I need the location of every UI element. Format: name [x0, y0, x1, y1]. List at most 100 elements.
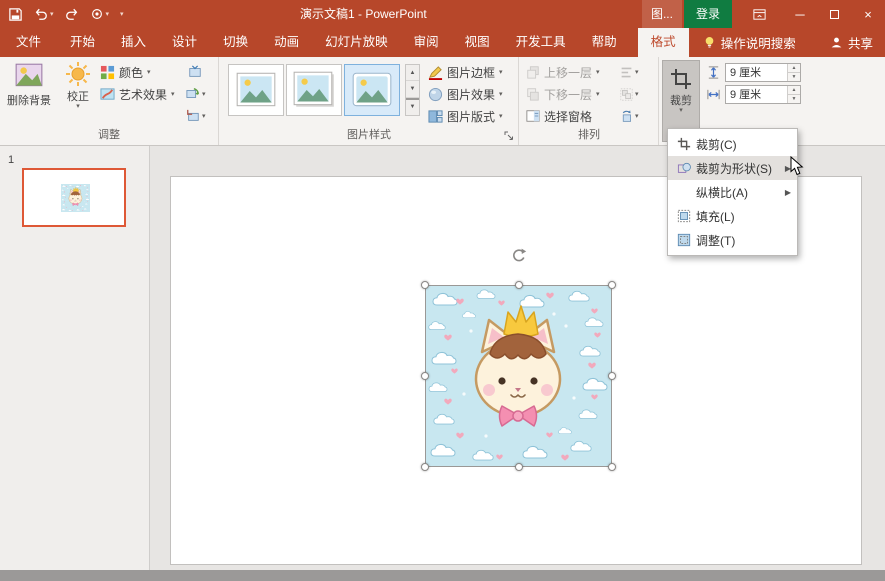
reset-picture-button[interactable]: ▾: [186, 107, 206, 125]
share-button[interactable]: 共享: [830, 28, 873, 57]
redo-icon[interactable]: [65, 7, 79, 21]
resize-handle-w[interactable]: [421, 372, 429, 380]
resize-handle-n[interactable]: [515, 281, 523, 289]
resize-handle-e[interactable]: [608, 372, 616, 380]
ribbon-display-options-icon[interactable]: [752, 7, 767, 22]
picture-styles-dialog-launcher[interactable]: [502, 129, 515, 142]
rotation-handle[interactable]: [511, 248, 527, 264]
menu-item-fill[interactable]: 填充(L): [668, 204, 797, 228]
tab-view[interactable]: 视图: [452, 28, 503, 57]
minimize-button[interactable]: ─: [783, 0, 817, 28]
resize-handle-sw[interactable]: [421, 463, 429, 471]
save-icon[interactable]: [8, 7, 23, 22]
tab-review[interactable]: 审阅: [401, 28, 452, 57]
shape-width-value[interactable]: 9 厘米: [726, 86, 787, 103]
titlebar: ▾ ▾ ▾ 演示文稿1 - PowerPoint 图... 登录 ─ ×: [0, 0, 885, 28]
picture-layout-button[interactable]: 图片版式 ▾: [428, 106, 503, 126]
style-thumbnail-icon: [291, 71, 337, 109]
tab-developer[interactable]: 开发工具: [503, 28, 579, 57]
menu-item-crop[interactable]: 裁剪(C): [668, 132, 797, 156]
menu-item-fit-label: 调整(T): [696, 232, 735, 249]
picture-style-option-3-selected[interactable]: [344, 64, 400, 116]
shape-height-field[interactable]: 9 厘米 ▲ ▼: [725, 63, 801, 82]
tab-animations[interactable]: 动画: [261, 28, 312, 57]
send-backward-icon: [526, 87, 540, 101]
touch-mode-caret-icon: ▾: [106, 10, 110, 18]
tab-help[interactable]: 帮助: [579, 28, 630, 57]
align-button[interactable]: ▾: [620, 63, 639, 81]
slide-thumbnails-pane: 1: [0, 146, 150, 570]
reset-picture-icon: [186, 109, 200, 123]
height-spin-down-icon[interactable]: ▼: [788, 73, 800, 81]
selection-pane-button[interactable]: 选择窗格: [526, 106, 592, 126]
menu-item-fit[interactable]: 调整(T): [668, 228, 797, 252]
crop-to-shape-icon: [672, 159, 696, 177]
group-label-picture-styles: 图片样式: [220, 126, 518, 142]
group-objects-button[interactable]: ▾: [620, 85, 639, 103]
bring-forward-button[interactable]: 上移一层 ▾: [526, 62, 600, 82]
send-backward-button[interactable]: 下移一层 ▾: [526, 84, 600, 104]
tell-me-box[interactable]: 操作说明搜索: [703, 28, 796, 57]
color-button[interactable]: 颜色 ▾: [100, 62, 151, 82]
height-icon: [706, 65, 721, 80]
shape-height-value[interactable]: 9 厘米: [726, 64, 787, 81]
picture-style-option-1[interactable]: [228, 64, 284, 116]
resize-handle-nw[interactable]: [421, 281, 429, 289]
resize-handle-ne[interactable]: [608, 281, 616, 289]
width-spin-up-icon[interactable]: ▲: [788, 86, 800, 95]
sign-in-button[interactable]: 登录: [684, 0, 732, 28]
artistic-effects-icon: [100, 87, 115, 102]
picture-effects-label: 图片效果: [447, 86, 495, 103]
tab-insert[interactable]: 插入: [108, 28, 159, 57]
compress-picture-button[interactable]: [188, 63, 202, 81]
slide-thumbnail-1[interactable]: [22, 168, 126, 227]
tab-transitions[interactable]: 切换: [210, 28, 261, 57]
corrections-caret-icon: ▾: [76, 103, 80, 110]
picture-effects-button[interactable]: 图片效果 ▾: [428, 84, 503, 104]
change-picture-icon: [186, 87, 200, 101]
selected-picture[interactable]: [426, 286, 611, 466]
menu-item-crop-label: 裁剪(C): [696, 136, 737, 153]
height-spin-up-icon[interactable]: ▲: [788, 64, 800, 73]
shape-width-field[interactable]: 9 厘米 ▲ ▼: [725, 85, 801, 104]
picture-styles-gallery: [228, 64, 402, 116]
picture-border-button[interactable]: 图片边框 ▾: [428, 62, 503, 82]
person-icon: [830, 36, 843, 49]
touch-mode-icon[interactable]: ▾: [90, 7, 110, 21]
tab-slideshow[interactable]: 幻灯片放映: [312, 28, 401, 57]
close-button[interactable]: ×: [851, 0, 885, 28]
tab-home[interactable]: 开始: [57, 28, 108, 57]
group-picture-styles: ▲ ▼ ▼ 图片边框 ▾ 图片效果 ▾ 图片版式 ▾ 图片样式: [220, 57, 519, 145]
gallery-down-icon[interactable]: ▼: [406, 81, 419, 97]
rotate-button[interactable]: ▾: [620, 107, 639, 125]
maximize-button[interactable]: [817, 0, 851, 28]
width-spin-down-icon[interactable]: ▼: [788, 95, 800, 103]
width-spin-buttons: ▲ ▼: [787, 86, 800, 103]
color-label: 颜色: [119, 64, 143, 81]
gallery-more-icon[interactable]: ▼: [406, 98, 419, 115]
tell-me-label: 操作说明搜索: [721, 33, 796, 52]
customize-qat-icon[interactable]: ▾: [120, 10, 124, 18]
resize-handle-se[interactable]: [608, 463, 616, 471]
picture-layout-label: 图片版式: [447, 108, 495, 125]
menu-item-crop-to-shape[interactable]: 裁剪为形状(S) ▶: [668, 156, 797, 180]
crop-menu-icon: [672, 135, 696, 153]
powerpoint-window: ▾ ▾ ▾ 演示文稿1 - PowerPoint 图... 登录 ─ ×: [0, 0, 885, 581]
picture-style-option-2[interactable]: [286, 64, 342, 116]
tab-file[interactable]: 文件: [0, 28, 57, 57]
cat-princess-picture: [426, 286, 611, 466]
resize-handle-s[interactable]: [515, 463, 523, 471]
tab-format-active[interactable]: 格式: [638, 28, 689, 57]
crop-icon: [669, 67, 693, 91]
menu-item-aspect-ratio[interactable]: 纵横比(A) ▶: [668, 180, 797, 204]
undo-icon[interactable]: ▾: [34, 7, 54, 21]
lightbulb-icon: [703, 36, 716, 49]
tab-design[interactable]: 设计: [159, 28, 210, 57]
artistic-effects-button[interactable]: 艺术效果 ▾: [100, 84, 175, 104]
picture-tools-contextual-label: 图...: [642, 0, 682, 28]
window-title: 演示文稿1 - PowerPoint: [300, 0, 427, 28]
change-picture-button[interactable]: ▾: [186, 85, 206, 103]
gallery-up-icon[interactable]: ▲: [406, 65, 419, 81]
crop-label: 裁剪: [670, 95, 692, 107]
crop-caret-icon: ▾: [679, 107, 683, 114]
